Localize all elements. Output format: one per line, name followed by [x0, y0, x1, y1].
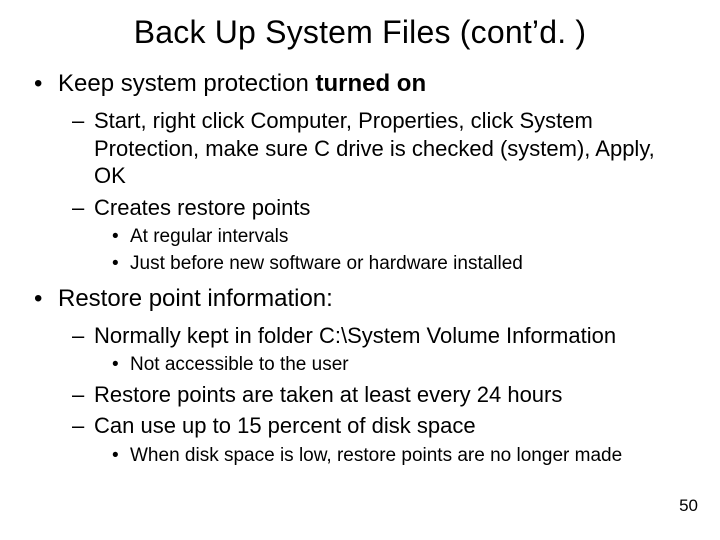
list-item: Restore point information: — [58, 284, 690, 314]
bullet-list: Keep system protection turned on Start, … — [30, 69, 690, 468]
list-item: Normally kept in folder C:\System Volume… — [94, 322, 690, 350]
slide-title: Back Up System Files (cont’d. ) — [30, 14, 690, 51]
slide: Back Up System Files (cont’d. ) Keep sys… — [0, 0, 720, 540]
text: Keep system protection — [58, 70, 315, 97]
list-item: Can use up to 15 percent of disk space — [94, 412, 690, 440]
list-item: At regular intervals — [130, 225, 690, 249]
list-item: Creates restore points — [94, 194, 690, 222]
list-item: Keep system protection turned on — [58, 69, 690, 99]
list-item: Restore points are taken at least every … — [94, 381, 690, 409]
list-item: Not accessible to the user — [130, 353, 690, 377]
text-bold: turned on — [315, 70, 426, 97]
list-item: Just before new software or hardware ins… — [130, 252, 690, 276]
list-item: Start, right click Computer, Properties,… — [94, 107, 690, 190]
list-item: When disk space is low, restore points a… — [130, 444, 690, 468]
page-number: 50 — [679, 496, 698, 516]
